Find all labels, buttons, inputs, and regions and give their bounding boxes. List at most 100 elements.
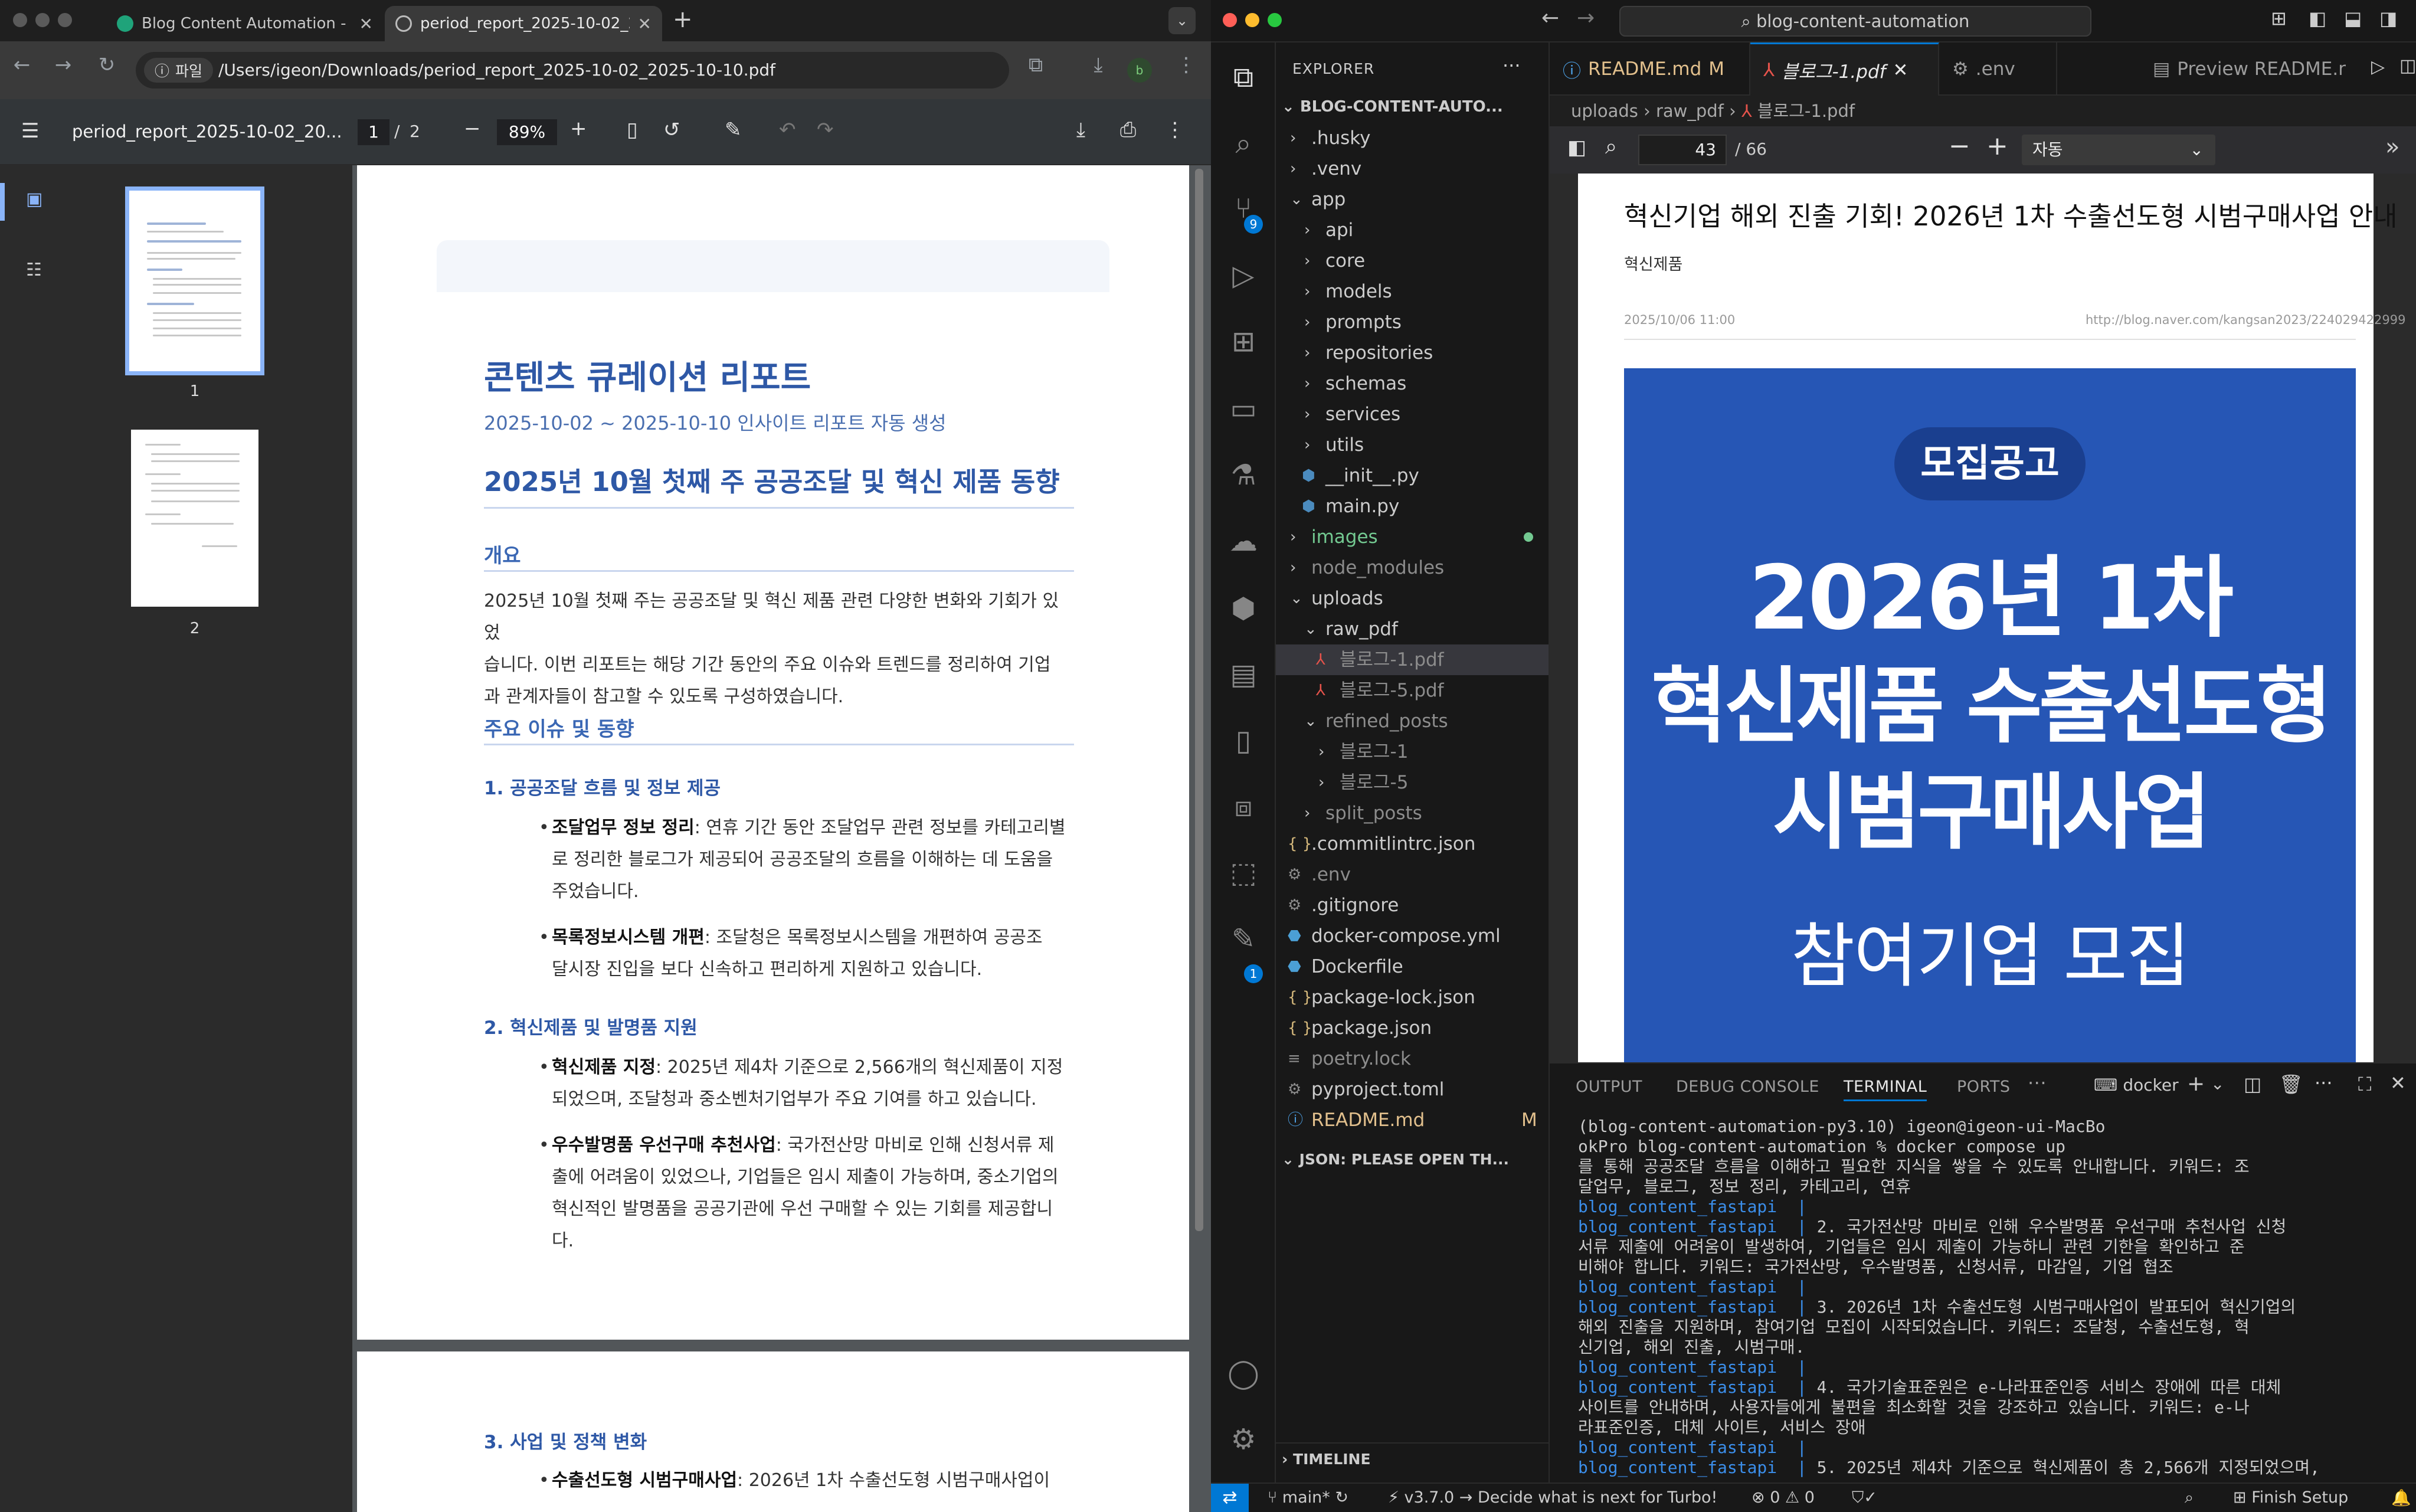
tree-file[interactable]: ⬢ __init__.py <box>1276 460 1549 491</box>
tree-file[interactable]: ⅄ 블로그-1.pdf <box>1276 644 1549 675</box>
redo-icon[interactable]: ↷ <box>817 118 834 142</box>
terminal-selector[interactable]: ⌨ docker <box>2094 1075 2179 1095</box>
page-thumbnail-1[interactable] <box>125 186 264 375</box>
finish-setup-button[interactable]: ⊞ Finish Setup <box>2233 1488 2348 1507</box>
workspace-root[interactable]: ⌄ BLOG-CONTENT-AUTO... <box>1282 98 1503 116</box>
maximize-panel-icon[interactable]: ⛶ <box>2358 1073 2371 1096</box>
notifications-bell-icon[interactable]: 🔔 <box>2391 1488 2411 1507</box>
minimize-window-dot[interactable] <box>1245 13 1259 27</box>
tab-env[interactable]: ⚙ .env <box>1939 42 2057 96</box>
zoom-out-icon[interactable]: − <box>464 117 481 140</box>
python-icon[interactable]: ⬢ <box>1225 590 1262 627</box>
gear-icon[interactable]: ⚙ <box>1225 1421 1262 1458</box>
tree-file[interactable]: ⬢ main.py <box>1276 491 1549 522</box>
minimize-window-dot[interactable] <box>35 13 50 27</box>
tree-folder[interactable]: › .husky <box>1276 123 1549 153</box>
panel-tab-ports[interactable]: PORTS <box>1957 1078 2010 1096</box>
database-icon[interactable]: ▤ <box>1225 656 1262 693</box>
tree-folder[interactable]: › models <box>1276 276 1549 307</box>
reload-icon[interactable]: ↻ <box>92 53 122 77</box>
tree-folder[interactable]: › split_posts <box>1276 798 1549 829</box>
remote-indicator-icon[interactable]: ⇄ <box>1211 1484 1249 1512</box>
json-section-header[interactable]: ⌄ JSON: PLEASE OPEN TH... <box>1282 1151 1509 1168</box>
terminal-output[interactable]: (blog-content-automation-py3.10) igeon@i… <box>1578 1117 2404 1478</box>
branch-indicator[interactable]: ⑂ main* ↻ <box>1268 1488 1348 1507</box>
new-terminal-icon[interactable]: + <box>2187 1072 2205 1096</box>
panel-tab-debug-console[interactable]: DEBUG CONSOLE <box>1676 1078 1819 1096</box>
rotate-icon[interactable]: ↺ <box>663 118 680 142</box>
zoom-status-icon[interactable]: ⌕ <box>2185 1488 2194 1507</box>
annotate-pen-icon[interactable]: ✎ <box>725 118 742 142</box>
more-actions-icon[interactable]: ··· <box>2314 1072 2333 1094</box>
tab-preview-readme[interactable]: ▤ Preview README.r <box>2140 42 2358 96</box>
docker-whale-icon[interactable]: ☁ <box>1225 523 1262 559</box>
address-bar[interactable]: ⓘ 파일 /Users/igeon/Downloads/period_repor… <box>136 52 1009 89</box>
search-icon[interactable]: ⌕ <box>1225 125 1262 162</box>
page-thumbnail-2[interactable] <box>131 430 258 607</box>
panel-tab-terminal[interactable]: TERMINAL <box>1844 1078 1927 1101</box>
tree-folder[interactable]: › utils <box>1276 430 1549 460</box>
toggle-sidebar-icon[interactable]: ◧ <box>2309 7 2326 30</box>
page-number-input[interactable]: 1 <box>358 119 389 145</box>
tree-folder[interactable]: › node_modules <box>1276 552 1549 583</box>
zoom-in-icon[interactable]: + <box>1986 131 2008 161</box>
tree-file[interactable]: ⬣ docker-compose.yml <box>1276 921 1549 951</box>
account-icon[interactable]: ◯ <box>1225 1355 1262 1392</box>
tree-folder[interactable]: ⌄ app <box>1276 184 1549 215</box>
tree-folder[interactable]: › services <box>1276 399 1549 430</box>
tree-folder[interactable]: › .venv <box>1276 153 1549 184</box>
zoom-out-icon[interactable]: − <box>1949 131 1970 161</box>
fit-page-icon[interactable]: ▯ <box>627 118 638 142</box>
more-actions-icon[interactable]: ··· <box>2028 1072 2047 1094</box>
split-terminal-icon[interactable]: ◫ <box>2244 1073 2261 1095</box>
tree-folder[interactable]: › api <box>1276 215 1549 246</box>
turbo-status[interactable]: ⚡ v3.7.0 → Decide what is next for Turbo… <box>1388 1488 1717 1507</box>
pdf-document-view[interactable]: 콘텐츠 큐레이션 리포트 2025-10-02 ~ 2025-10-10 인사이… <box>352 165 1211 1512</box>
back-arrow-icon[interactable]: ← <box>1541 6 1559 30</box>
tree-file[interactable]: { } package-lock.json <box>1276 982 1549 1013</box>
breadcrumb-item[interactable]: raw_pdf <box>1656 101 1724 121</box>
sidebar-menu-icon[interactable]: ☰ <box>21 119 39 143</box>
pdf-preview-area[interactable]: 혁신기업 해외 진출 기회! 2026년 1차 수출선도형 시범구매사업 안내 … <box>1550 174 2416 1062</box>
tree-folder[interactable]: › 블로그-1 <box>1276 737 1549 767</box>
zoom-in-icon[interactable]: + <box>570 117 587 140</box>
chrome-tab-blog-automation[interactable]: Blog Content Automation - St ✕ <box>106 6 384 41</box>
search-icon[interactable]: ⌕ <box>1605 135 1617 159</box>
tree-folder[interactable]: › repositories <box>1276 338 1549 368</box>
tree-file[interactable]: ⬣ Dockerfile <box>1276 951 1549 982</box>
profile-avatar[interactable]: b <box>1127 58 1152 83</box>
toggle-panel-icon[interactable]: ⬓ <box>2344 7 2362 30</box>
chevron-down-icon[interactable]: ⌄ <box>2211 1074 2224 1094</box>
outline-view-icon[interactable]: ☷ <box>26 260 42 280</box>
tree-file[interactable]: { } .commitlintrc.json <box>1276 829 1549 859</box>
shield-icon[interactable]: ⛉✓ <box>1852 1488 1877 1507</box>
breadcrumb-item[interactable]: 블로그-1.pdf <box>1757 101 1855 121</box>
testing-flask-icon[interactable]: ⚗ <box>1225 457 1262 493</box>
close-icon[interactable]: ✕ <box>1893 60 1908 81</box>
close-icon[interactable]: ✕ <box>638 14 652 34</box>
package-box-icon[interactable]: ⬚ <box>1225 855 1262 891</box>
tab-pdf[interactable]: ⅄ 블로그-1.pdf ✕ <box>1750 42 1939 96</box>
zoom-select[interactable]: 자동 ⌄ <box>2022 135 2215 165</box>
extensions-icon[interactable]: ⊞ <box>1225 323 1262 360</box>
mobile-device-icon[interactable]: ▯ <box>1225 722 1262 759</box>
tree-file[interactable]: { } package.json <box>1276 1013 1549 1043</box>
zoom-level-input[interactable]: 89% <box>497 119 557 145</box>
tree-file[interactable]: ⚙ .env <box>1276 859 1549 890</box>
new-tab-icon[interactable]: + <box>673 6 693 33</box>
breadcrumb-item[interactable]: uploads <box>1571 101 1638 121</box>
tree-folder[interactable]: › prompts <box>1276 307 1549 338</box>
tree-file[interactable]: ⚙ pyproject.toml <box>1276 1074 1549 1105</box>
containers-icon[interactable]: ⧈ <box>1225 788 1262 825</box>
tree-folder[interactable]: › images <box>1276 522 1549 552</box>
thumbnails-view-icon[interactable]: ▣ <box>26 189 42 210</box>
tab-readme[interactable]: ⓘ README.md M <box>1550 42 1750 96</box>
close-window-dot[interactable] <box>1223 13 1237 27</box>
download-icon[interactable]: ⤓ <box>1083 53 1113 77</box>
more-actions-icon[interactable]: ··· <box>1502 54 1521 77</box>
timeline-header[interactable]: › TIMELINE <box>1282 1451 1371 1468</box>
print-icon[interactable]: ⎙ <box>1120 118 1136 142</box>
chrome-tab-pdf[interactable]: period_report_2025-10-02_2 ✕ <box>385 6 662 41</box>
tree-folder[interactable]: ⌄ raw_pdf <box>1276 614 1549 644</box>
tree-file[interactable]: ⚙ .gitignore <box>1276 890 1549 921</box>
